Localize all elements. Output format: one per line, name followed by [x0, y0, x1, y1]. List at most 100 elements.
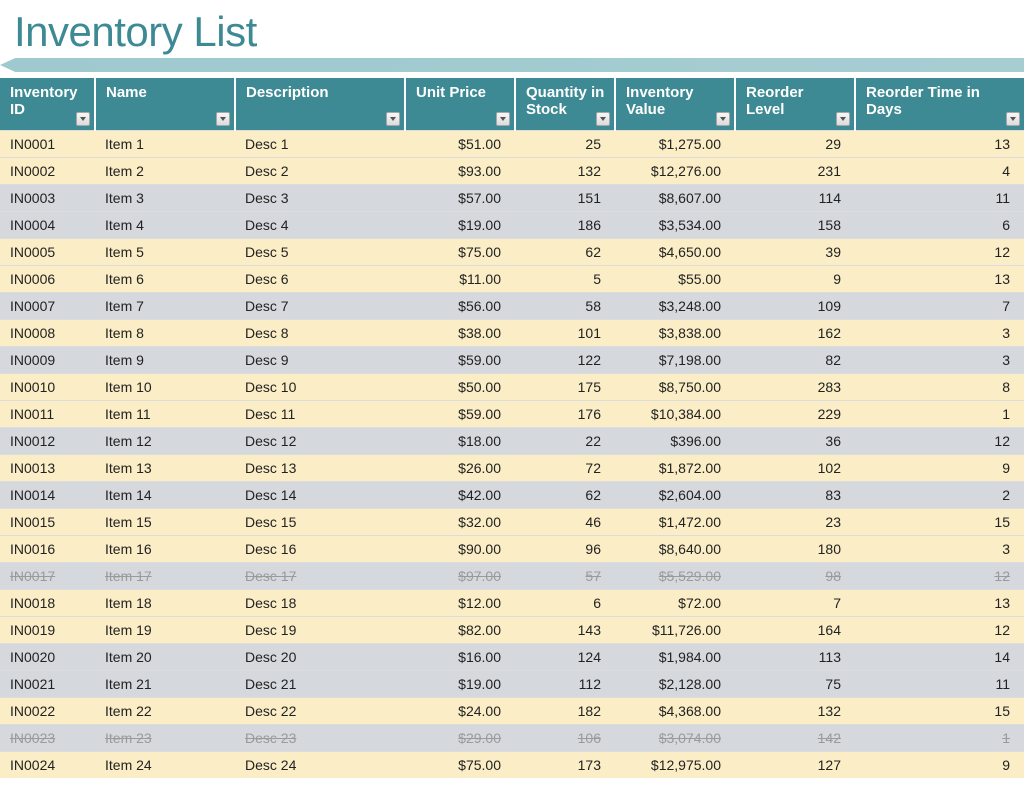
cell-name[interactable]: Item 12	[95, 427, 235, 454]
cell-unit-price[interactable]: $59.00	[405, 400, 515, 427]
cell-reorder-time[interactable]: 12	[855, 427, 1024, 454]
cell-inventory-id[interactable]: IN0001	[0, 130, 95, 157]
cell-unit-price[interactable]: $82.00	[405, 616, 515, 643]
cell-inventory-value[interactable]: $8,750.00	[615, 373, 735, 400]
cell-reorder-level[interactable]: 82	[735, 346, 855, 373]
cell-name[interactable]: Item 17	[95, 562, 235, 589]
cell-inventory-value[interactable]: $55.00	[615, 265, 735, 292]
cell-unit-price[interactable]: $29.00	[405, 724, 515, 751]
filter-dropdown-icon[interactable]	[836, 112, 850, 126]
cell-description[interactable]: Desc 23	[235, 724, 405, 751]
table-row[interactable]: IN0006Item 6Desc 6$11.005$55.00913	[0, 265, 1024, 292]
cell-quantity[interactable]: 186	[515, 211, 615, 238]
cell-inventory-id[interactable]: IN0021	[0, 670, 95, 697]
cell-reorder-level[interactable]: 39	[735, 238, 855, 265]
table-row[interactable]: IN0003Item 3Desc 3$57.00151$8,607.001141…	[0, 184, 1024, 211]
cell-inventory-value[interactable]: $72.00	[615, 589, 735, 616]
cell-description[interactable]: Desc 22	[235, 697, 405, 724]
cell-reorder-time[interactable]: 12	[855, 616, 1024, 643]
col-header-name[interactable]: Name	[95, 78, 235, 130]
cell-inventory-value[interactable]: $1,984.00	[615, 643, 735, 670]
cell-quantity[interactable]: 5	[515, 265, 615, 292]
filter-dropdown-icon[interactable]	[596, 112, 610, 126]
cell-unit-price[interactable]: $26.00	[405, 454, 515, 481]
table-row[interactable]: IN0009Item 9Desc 9$59.00122$7,198.00823	[0, 346, 1024, 373]
cell-description[interactable]: Desc 3	[235, 184, 405, 211]
cell-name[interactable]: Item 19	[95, 616, 235, 643]
cell-inventory-id[interactable]: IN0007	[0, 292, 95, 319]
cell-quantity[interactable]: 57	[515, 562, 615, 589]
cell-inventory-id[interactable]: IN0015	[0, 508, 95, 535]
table-row[interactable]: IN0007Item 7Desc 7$56.0058$3,248.001097	[0, 292, 1024, 319]
cell-inventory-id[interactable]: IN0022	[0, 697, 95, 724]
cell-reorder-level[interactable]: 23	[735, 508, 855, 535]
cell-description[interactable]: Desc 17	[235, 562, 405, 589]
cell-inventory-value[interactable]: $5,529.00	[615, 562, 735, 589]
cell-inventory-id[interactable]: IN0004	[0, 211, 95, 238]
cell-inventory-value[interactable]: $11,726.00	[615, 616, 735, 643]
cell-inventory-id[interactable]: IN0024	[0, 751, 95, 778]
cell-description[interactable]: Desc 5	[235, 238, 405, 265]
cell-name[interactable]: Item 5	[95, 238, 235, 265]
cell-inventory-id[interactable]: IN0006	[0, 265, 95, 292]
col-header-reorder-time[interactable]: Reorder Time in Days	[855, 78, 1024, 130]
filter-dropdown-icon[interactable]	[496, 112, 510, 126]
cell-quantity[interactable]: 182	[515, 697, 615, 724]
cell-quantity[interactable]: 173	[515, 751, 615, 778]
cell-quantity[interactable]: 132	[515, 157, 615, 184]
cell-unit-price[interactable]: $38.00	[405, 319, 515, 346]
table-row[interactable]: IN0023Item 23Desc 23$29.00106$3,074.0014…	[0, 724, 1024, 751]
cell-quantity[interactable]: 124	[515, 643, 615, 670]
cell-name[interactable]: Item 6	[95, 265, 235, 292]
cell-reorder-time[interactable]: 3	[855, 319, 1024, 346]
cell-quantity[interactable]: 22	[515, 427, 615, 454]
cell-reorder-level[interactable]: 102	[735, 454, 855, 481]
cell-reorder-level[interactable]: 229	[735, 400, 855, 427]
cell-unit-price[interactable]: $42.00	[405, 481, 515, 508]
cell-inventory-value[interactable]: $4,650.00	[615, 238, 735, 265]
table-row[interactable]: IN0010Item 10Desc 10$50.00175$8,750.0028…	[0, 373, 1024, 400]
cell-reorder-time[interactable]: 3	[855, 535, 1024, 562]
cell-quantity[interactable]: 176	[515, 400, 615, 427]
cell-name[interactable]: Item 15	[95, 508, 235, 535]
cell-quantity[interactable]: 6	[515, 589, 615, 616]
cell-name[interactable]: Item 1	[95, 130, 235, 157]
cell-reorder-level[interactable]: 158	[735, 211, 855, 238]
cell-reorder-level[interactable]: 132	[735, 697, 855, 724]
table-row[interactable]: IN0024Item 24Desc 24$75.00173$12,975.001…	[0, 751, 1024, 778]
cell-description[interactable]: Desc 18	[235, 589, 405, 616]
cell-reorder-time[interactable]: 13	[855, 589, 1024, 616]
cell-unit-price[interactable]: $19.00	[405, 670, 515, 697]
cell-inventory-value[interactable]: $396.00	[615, 427, 735, 454]
cell-reorder-time[interactable]: 7	[855, 292, 1024, 319]
cell-inventory-id[interactable]: IN0003	[0, 184, 95, 211]
cell-description[interactable]: Desc 24	[235, 751, 405, 778]
cell-description[interactable]: Desc 13	[235, 454, 405, 481]
cell-unit-price[interactable]: $75.00	[405, 751, 515, 778]
cell-reorder-time[interactable]: 15	[855, 508, 1024, 535]
filter-dropdown-icon[interactable]	[216, 112, 230, 126]
cell-inventory-id[interactable]: IN0019	[0, 616, 95, 643]
cell-name[interactable]: Item 18	[95, 589, 235, 616]
cell-reorder-level[interactable]: 164	[735, 616, 855, 643]
cell-inventory-value[interactable]: $2,604.00	[615, 481, 735, 508]
cell-reorder-time[interactable]: 6	[855, 211, 1024, 238]
cell-name[interactable]: Item 9	[95, 346, 235, 373]
cell-reorder-time[interactable]: 15	[855, 697, 1024, 724]
cell-unit-price[interactable]: $16.00	[405, 643, 515, 670]
cell-reorder-time[interactable]: 11	[855, 670, 1024, 697]
cell-reorder-level[interactable]: 109	[735, 292, 855, 319]
table-row[interactable]: IN0013Item 13Desc 13$26.0072$1,872.00102…	[0, 454, 1024, 481]
cell-inventory-id[interactable]: IN0018	[0, 589, 95, 616]
table-row[interactable]: IN0002Item 2Desc 2$93.00132$12,276.00231…	[0, 157, 1024, 184]
cell-description[interactable]: Desc 15	[235, 508, 405, 535]
cell-quantity[interactable]: 106	[515, 724, 615, 751]
cell-name[interactable]: Item 3	[95, 184, 235, 211]
cell-inventory-id[interactable]: IN0011	[0, 400, 95, 427]
cell-reorder-time[interactable]: 12	[855, 562, 1024, 589]
cell-reorder-time[interactable]: 13	[855, 265, 1024, 292]
cell-reorder-time[interactable]: 2	[855, 481, 1024, 508]
cell-reorder-level[interactable]: 114	[735, 184, 855, 211]
cell-reorder-time[interactable]: 1	[855, 400, 1024, 427]
cell-quantity[interactable]: 112	[515, 670, 615, 697]
